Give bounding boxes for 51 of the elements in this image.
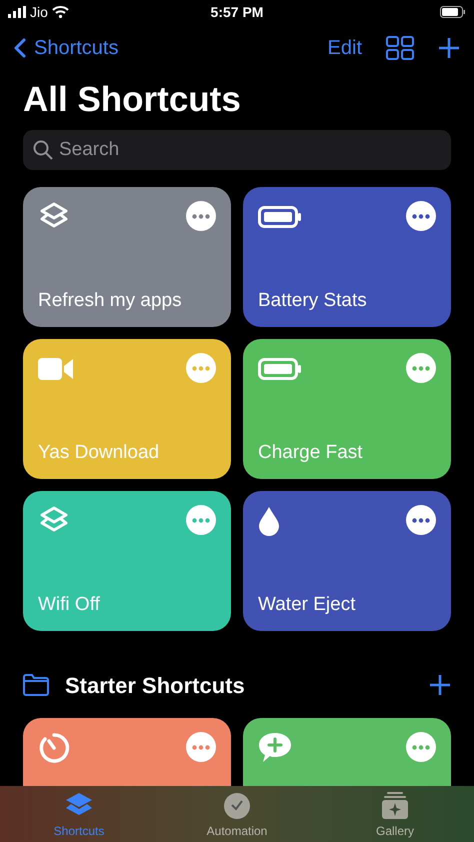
ellipsis-icon [192,518,210,522]
clock-check-icon [223,792,251,820]
shortcut-card[interactable]: Charge Fast [243,339,451,479]
signal-icon [8,6,26,18]
back-button[interactable]: Shortcuts [14,33,118,63]
grid-view-button[interactable] [386,36,414,60]
grid-icon [386,36,414,60]
shortcut-card[interactable]: Water Eject [243,491,451,631]
speech-bubble-plus-icon [258,732,292,764]
more-button[interactable] [186,201,216,231]
chevron-left-icon [14,38,26,58]
tab[interactable]: Gallery [345,792,445,840]
ellipsis-icon [412,214,430,218]
ellipsis-icon [412,518,430,522]
section-title: Starter Shortcuts [65,672,245,700]
shortcut-title: Charge Fast [258,441,364,465]
ellipsis-icon [192,214,210,218]
shortcut-title: Yas Download [38,441,160,465]
shortcut-title: Wifi Off [38,593,101,617]
battery-icon [440,6,466,18]
timer-icon [38,732,70,764]
add-button[interactable] [429,674,451,696]
search-field[interactable]: Search [23,130,451,170]
tab[interactable]: Shortcuts [29,792,129,840]
more-button[interactable] [406,201,436,231]
battery-icon [258,358,302,380]
page-title: All Shortcuts [22,79,242,121]
folder-icon [23,674,49,696]
shortcut-title: Battery Stats [258,289,368,313]
status-time: 5:57 PM [210,2,264,22]
battery-icon [258,206,302,228]
shortcut-card[interactable]: Refresh my apps [23,187,231,327]
gallery-stack-icon [381,792,409,820]
tab[interactable]: Automation [187,792,287,840]
shortcut-title: Refresh my apps [38,289,183,313]
ellipsis-icon [412,744,430,750]
ellipsis-icon [192,744,210,750]
search-icon [33,140,53,160]
wifi-icon [52,6,69,18]
carrier-name: Jio [30,2,48,22]
water-drop-icon [258,506,280,536]
ellipsis-icon [192,366,210,370]
add-button[interactable] [438,37,460,59]
plus-icon [438,37,460,59]
shortcut-title: Water Eject [258,593,356,617]
ellipsis-icon [412,366,430,370]
video-camera-icon [38,357,74,381]
plus-icon [429,674,451,696]
more-button[interactable] [406,505,436,535]
shortcut-card[interactable]: Battery Stats [243,187,451,327]
edit-button[interactable]: Edit [328,33,362,63]
